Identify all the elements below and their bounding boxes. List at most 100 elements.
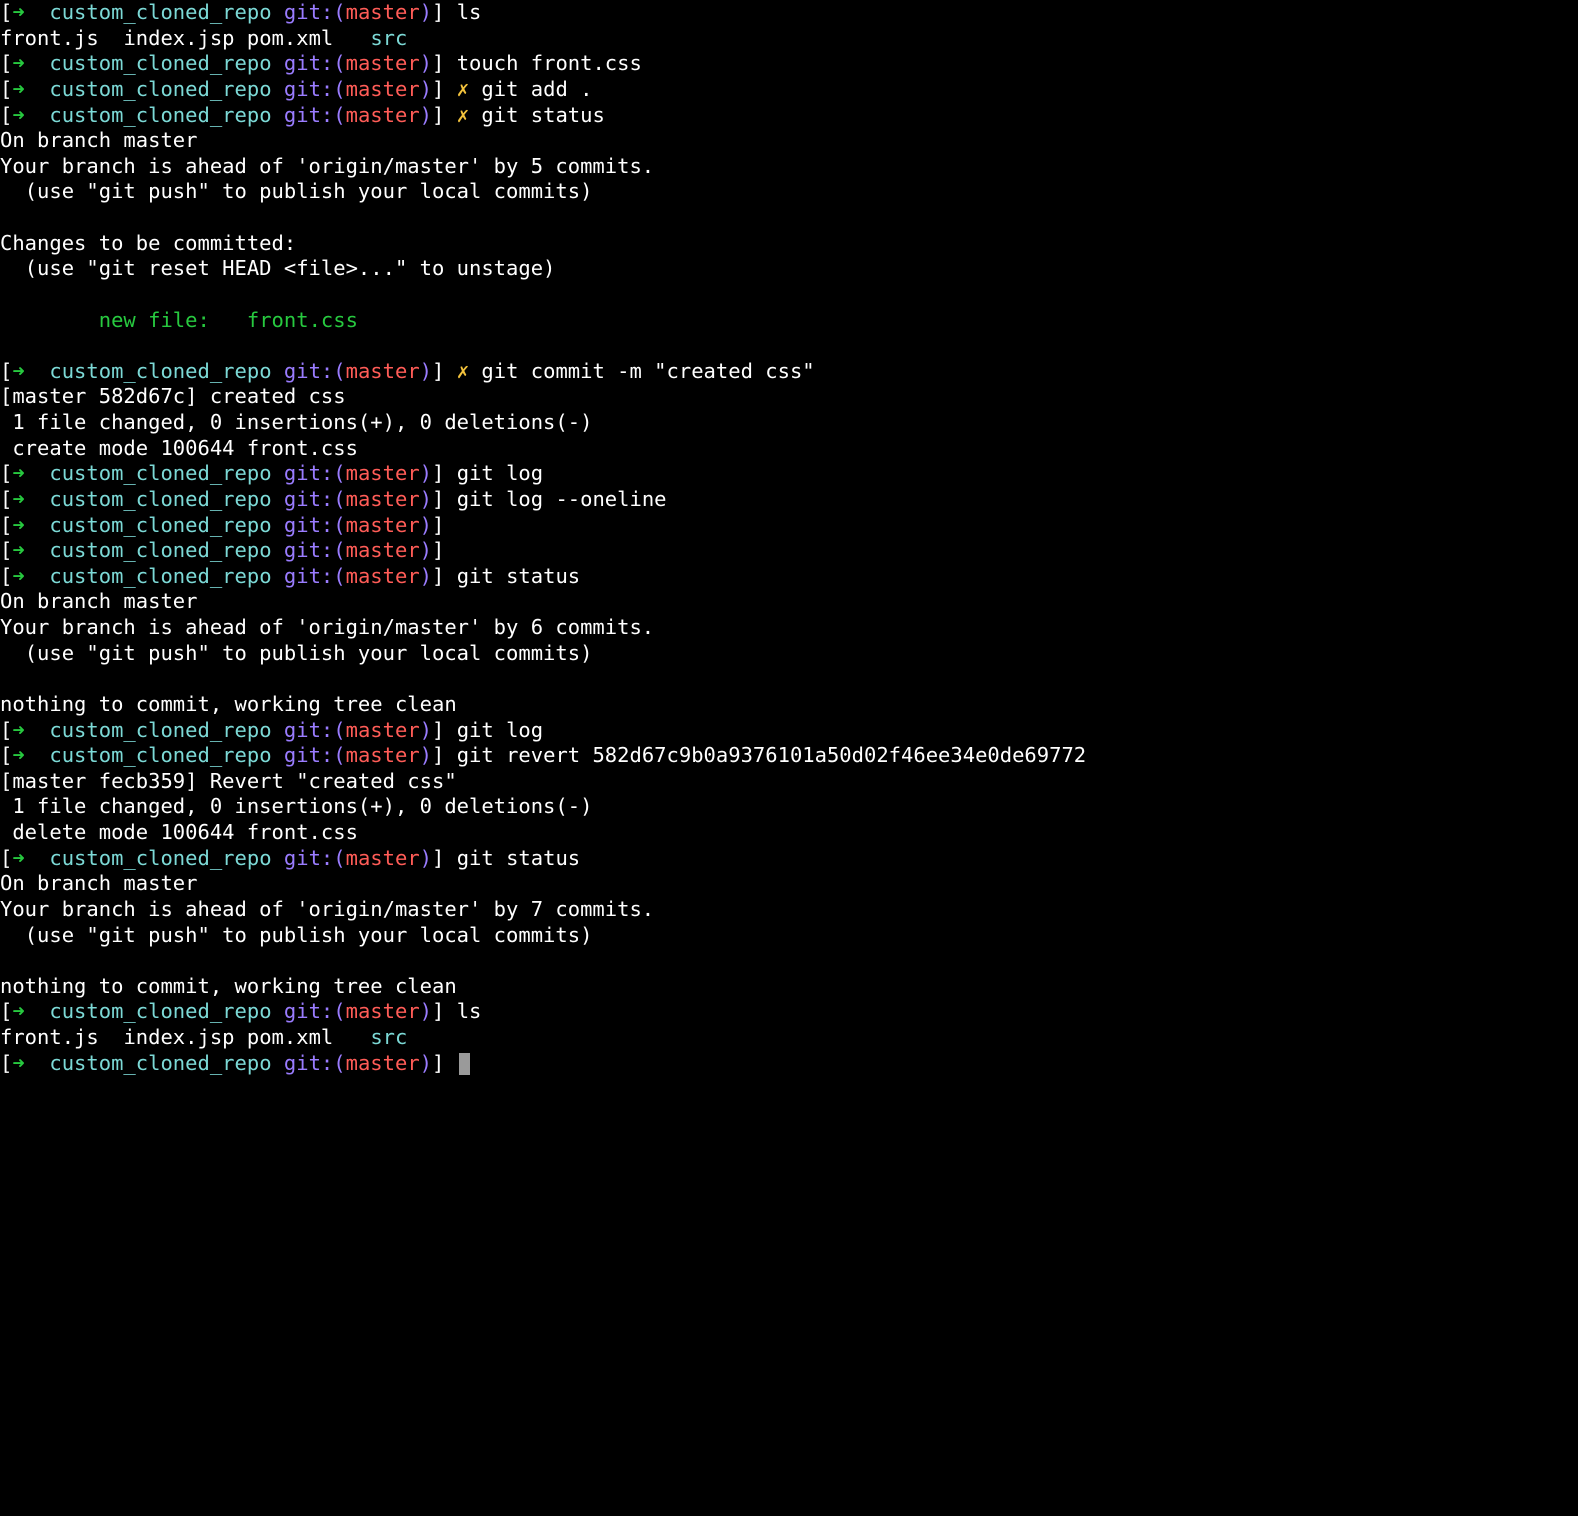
prompt-line: [➜ custom_cloned_repo git:(master)] <box>0 538 1578 564</box>
output-text: Your branch is ahead of 'origin/master' … <box>0 154 654 178</box>
output-text <box>0 333 12 357</box>
prompt-bracket-open: [ <box>0 846 12 870</box>
prompt-line: [➜ custom_cloned_repo git:(master)] ✗ gi… <box>0 359 1578 385</box>
command-text[interactable]: git log <box>457 461 543 485</box>
ls-output: front.js index.jsp pom.xml src <box>0 26 1578 52</box>
prompt-paren-open: ( <box>333 846 345 870</box>
prompt-vcs-label: git: <box>284 0 333 24</box>
prompt-bracket-open: [ <box>0 538 12 562</box>
prompt-vcs-label: git: <box>284 718 333 742</box>
prompt-bracket-close: ] <box>432 359 444 383</box>
prompt-dir: custom_cloned_repo <box>49 359 271 383</box>
output-text: 1 file changed, 0 insertions(+), 0 delet… <box>0 410 592 434</box>
prompt-vcs-label: git: <box>284 461 333 485</box>
command-text[interactable]: git log <box>457 718 543 742</box>
prompt-paren-open: ( <box>333 461 345 485</box>
output-line: create mode 100644 front.css <box>0 436 1578 462</box>
prompt-vcs-label: git: <box>284 487 333 511</box>
output-line: On branch master <box>0 589 1578 615</box>
prompt-bracket-open: [ <box>0 999 12 1023</box>
staged-file-text: new file: front.css <box>0 308 358 332</box>
command-text[interactable]: git add . <box>481 77 592 101</box>
prompt-branch: master <box>346 359 420 383</box>
ls-file: index.jsp <box>123 26 234 50</box>
terminal[interactable]: [➜ custom_cloned_repo git:(master)] lsfr… <box>0 0 1578 1082</box>
ls-file: pom.xml <box>247 1025 333 1049</box>
prompt-line: [➜ custom_cloned_repo git:(master)] ls <box>0 0 1578 26</box>
prompt-bracket-close: ] <box>432 538 444 562</box>
prompt-line: [➜ custom_cloned_repo git:(master)] <box>0 1051 1578 1077</box>
prompt-paren-open: ( <box>333 718 345 742</box>
prompt-arrow-icon: ➜ <box>12 564 24 588</box>
output-line: (use "git reset HEAD <file>..." to unsta… <box>0 256 1578 282</box>
prompt-branch: master <box>346 999 420 1023</box>
output-line: 1 file changed, 0 insertions(+), 0 delet… <box>0 410 1578 436</box>
output-text: delete mode 100644 front.css <box>0 820 358 844</box>
prompt-bracket-open: [ <box>0 718 12 742</box>
output-line <box>0 205 1578 231</box>
prompt-branch: master <box>346 538 420 562</box>
prompt-paren-close: ) <box>420 743 432 767</box>
output-text: [master fecb359] Revert "created css" <box>0 769 457 793</box>
prompt-paren-open: ( <box>333 743 345 767</box>
prompt-branch: master <box>346 564 420 588</box>
prompt-line: [➜ custom_cloned_repo git:(master)] git … <box>0 487 1578 513</box>
output-text: (use "git push" to publish your local co… <box>0 923 592 947</box>
command-text[interactable]: git commit -m "created css" <box>481 359 814 383</box>
output-text: (use "git push" to publish your local co… <box>0 179 592 203</box>
ls-dir: src <box>370 26 407 50</box>
prompt-arrow-icon: ➜ <box>12 743 24 767</box>
output-line: Changes to be committed: <box>0 231 1578 257</box>
cursor[interactable] <box>459 1053 470 1075</box>
prompt-bracket-open: [ <box>0 0 12 24</box>
prompt-paren-open: ( <box>333 487 345 511</box>
prompt-dir: custom_cloned_repo <box>49 1051 271 1075</box>
prompt-vcs-label: git: <box>284 103 333 127</box>
prompt-bracket-open: [ <box>0 1051 12 1075</box>
output-line <box>0 282 1578 308</box>
ls-file: pom.xml <box>247 26 333 50</box>
command-text[interactable]: touch front.css <box>457 51 642 75</box>
prompt-dirty-icon: ✗ <box>457 77 469 101</box>
prompt-paren-close: ) <box>420 538 432 562</box>
command-text[interactable]: git log --oneline <box>457 487 667 511</box>
prompt-line: [➜ custom_cloned_repo git:(master)] ✗ gi… <box>0 103 1578 129</box>
output-text: (use "git push" to publish your local co… <box>0 641 592 665</box>
prompt-paren-close: ) <box>420 718 432 742</box>
command-text[interactable]: ls <box>457 0 482 24</box>
prompt-dir: custom_cloned_repo <box>49 51 271 75</box>
prompt-arrow-icon: ➜ <box>12 77 24 101</box>
prompt-dir: custom_cloned_repo <box>49 103 271 127</box>
prompt-arrow-icon: ➜ <box>12 538 24 562</box>
ls-dir: src <box>370 1025 407 1049</box>
prompt-branch: master <box>346 743 420 767</box>
prompt-dir: custom_cloned_repo <box>49 513 271 537</box>
output-text: (use "git reset HEAD <file>..." to unsta… <box>0 256 555 280</box>
prompt-vcs-label: git: <box>284 1051 333 1075</box>
command-text[interactable]: git status <box>457 564 580 588</box>
prompt-bracket-close: ] <box>432 743 444 767</box>
prompt-paren-open: ( <box>333 51 345 75</box>
output-line: On branch master <box>0 871 1578 897</box>
command-text[interactable]: ls <box>457 999 482 1023</box>
prompt-paren-open: ( <box>333 103 345 127</box>
prompt-vcs-label: git: <box>284 51 333 75</box>
output-text <box>0 666 12 690</box>
prompt-arrow-icon: ➜ <box>12 513 24 537</box>
prompt-dirty-icon: ✗ <box>457 359 469 383</box>
command-text[interactable]: git revert 582d67c9b0a9376101a50d02f46ee… <box>457 743 1086 767</box>
prompt-dir: custom_cloned_repo <box>49 77 271 101</box>
command-text[interactable]: git status <box>457 846 580 870</box>
output-text <box>0 948 12 972</box>
prompt-dir: custom_cloned_repo <box>49 564 271 588</box>
prompt-paren-open: ( <box>333 538 345 562</box>
prompt-branch: master <box>346 77 420 101</box>
prompt-bracket-open: [ <box>0 564 12 588</box>
prompt-bracket-open: [ <box>0 103 12 127</box>
prompt-arrow-icon: ➜ <box>12 461 24 485</box>
prompt-paren-open: ( <box>333 513 345 537</box>
output-text: Changes to be committed: <box>0 231 296 255</box>
prompt-line: [➜ custom_cloned_repo git:(master)] git … <box>0 461 1578 487</box>
command-text[interactable]: git status <box>481 103 604 127</box>
prompt-bracket-open: [ <box>0 77 12 101</box>
